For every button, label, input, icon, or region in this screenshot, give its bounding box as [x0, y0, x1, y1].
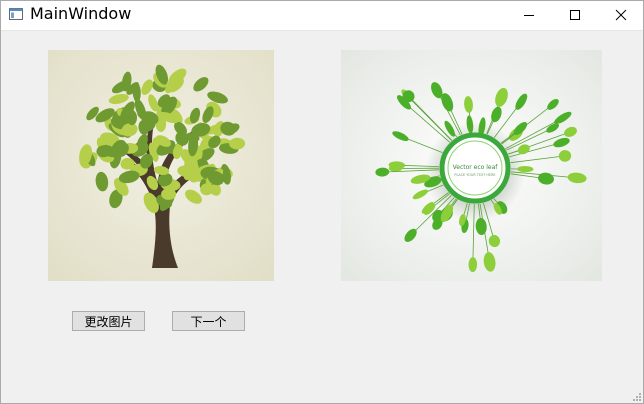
maximize-icon [570, 10, 580, 20]
eco-leaf-image: Vector eco leaf PLACE YOUR TEXT HERE [341, 50, 602, 281]
minimize-icon [524, 15, 534, 16]
tree-illustration-icon [48, 50, 274, 281]
eco-leaf [388, 165, 403, 172]
app-icon [9, 8, 23, 20]
resize-grip-icon[interactable] [632, 392, 642, 402]
window-title: MainWindow [30, 4, 132, 23]
maximize-button[interactable] [552, 0, 598, 30]
eco-leaf-ring-icon: Vector eco leaf PLACE YOUR TEXT HERE [341, 50, 602, 281]
tree-image [48, 50, 274, 281]
next-button[interactable]: 下一个 [172, 311, 245, 331]
close-icon [615, 9, 627, 21]
close-button[interactable] [598, 0, 644, 30]
change-image-button[interactable]: 更改图片 [72, 311, 145, 331]
minimize-button[interactable] [506, 0, 552, 30]
eco-caption: Vector eco leaf [453, 164, 499, 171]
eco-subcaption: PLACE YOUR TEXT HERE [454, 173, 495, 177]
title-bar[interactable]: MainWindow [0, 0, 644, 31]
